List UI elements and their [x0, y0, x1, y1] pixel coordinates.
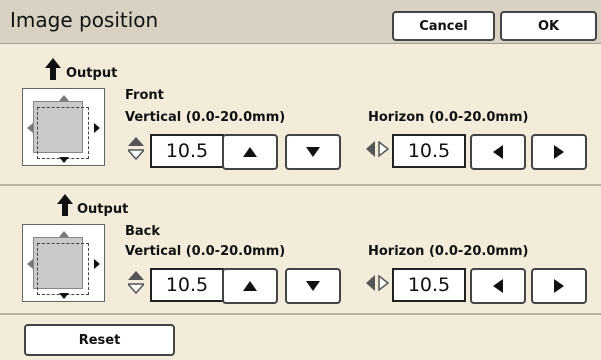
horizon-leftright-icon [366, 141, 390, 157]
dialog-title: Image position [10, 8, 159, 32]
side-label-back: Back [125, 224, 161, 239]
panel-divider-bottom [0, 313, 601, 315]
vertical-up-button[interactable] [222, 134, 278, 170]
reset-button[interactable]: Reset [24, 324, 175, 356]
vertical-value[interactable]: 10.5 [150, 134, 224, 168]
back-position-preview [22, 224, 105, 302]
side-label-front: Front [125, 88, 164, 103]
vertical-label: Vertical (0.0-20.0mm) [125, 244, 286, 259]
triangle-up-icon [243, 281, 257, 291]
horizon-label: Horizon (0.0-20.0mm) [368, 110, 529, 125]
output-label: Output [66, 66, 118, 81]
triangle-down-icon [306, 281, 320, 291]
cancel-button[interactable]: Cancel [392, 11, 495, 41]
preview-down-icon [59, 157, 69, 163]
horizon-value[interactable]: 10.5 [392, 134, 466, 168]
vertical-up-button[interactable] [222, 268, 278, 304]
panel-divider [0, 184, 601, 186]
horizon-left-button[interactable] [470, 134, 526, 170]
preview-up-icon [59, 95, 69, 101]
preview-down-icon [59, 293, 69, 299]
vertical-value[interactable]: 10.5 [150, 268, 224, 302]
horizon-label: Horizon (0.0-20.0mm) [368, 244, 529, 259]
vertical-updown-icon [128, 137, 144, 161]
horizon-value[interactable]: 10.5 [392, 268, 466, 302]
image-area-outline [37, 243, 89, 295]
horizon-right-button[interactable] [531, 134, 587, 170]
front-position-preview [22, 88, 105, 166]
output-arrow-icon [45, 58, 61, 80]
front-panel: Output Front Vertical (0.0-20.0mm) 10.5 … [0, 48, 601, 182]
image-area-outline [37, 107, 89, 159]
vertical-down-button[interactable] [285, 134, 341, 170]
output-arrow-icon [57, 194, 73, 216]
preview-right-icon [94, 259, 100, 269]
triangle-left-icon [493, 279, 503, 293]
preview-left-icon [27, 123, 33, 133]
horizon-right-button[interactable] [531, 268, 587, 304]
ok-button[interactable]: OK [500, 11, 597, 41]
triangle-down-icon [306, 147, 320, 157]
title-bar: Image position Cancel OK [0, 0, 601, 44]
horizon-left-button[interactable] [470, 268, 526, 304]
preview-left-icon [27, 259, 33, 269]
preview-right-icon [94, 123, 100, 133]
preview-up-icon [59, 231, 69, 237]
vertical-label: Vertical (0.0-20.0mm) [125, 110, 286, 125]
vertical-down-button[interactable] [285, 268, 341, 304]
horizon-leftright-icon [366, 275, 390, 291]
output-label: Output [77, 202, 129, 217]
triangle-up-icon [243, 147, 257, 157]
triangle-right-icon [554, 279, 564, 293]
back-panel: Output Back Vertical (0.0-20.0mm) 10.5 H… [0, 188, 601, 312]
triangle-right-icon [554, 145, 564, 159]
triangle-left-icon [493, 145, 503, 159]
vertical-updown-icon [128, 271, 144, 295]
